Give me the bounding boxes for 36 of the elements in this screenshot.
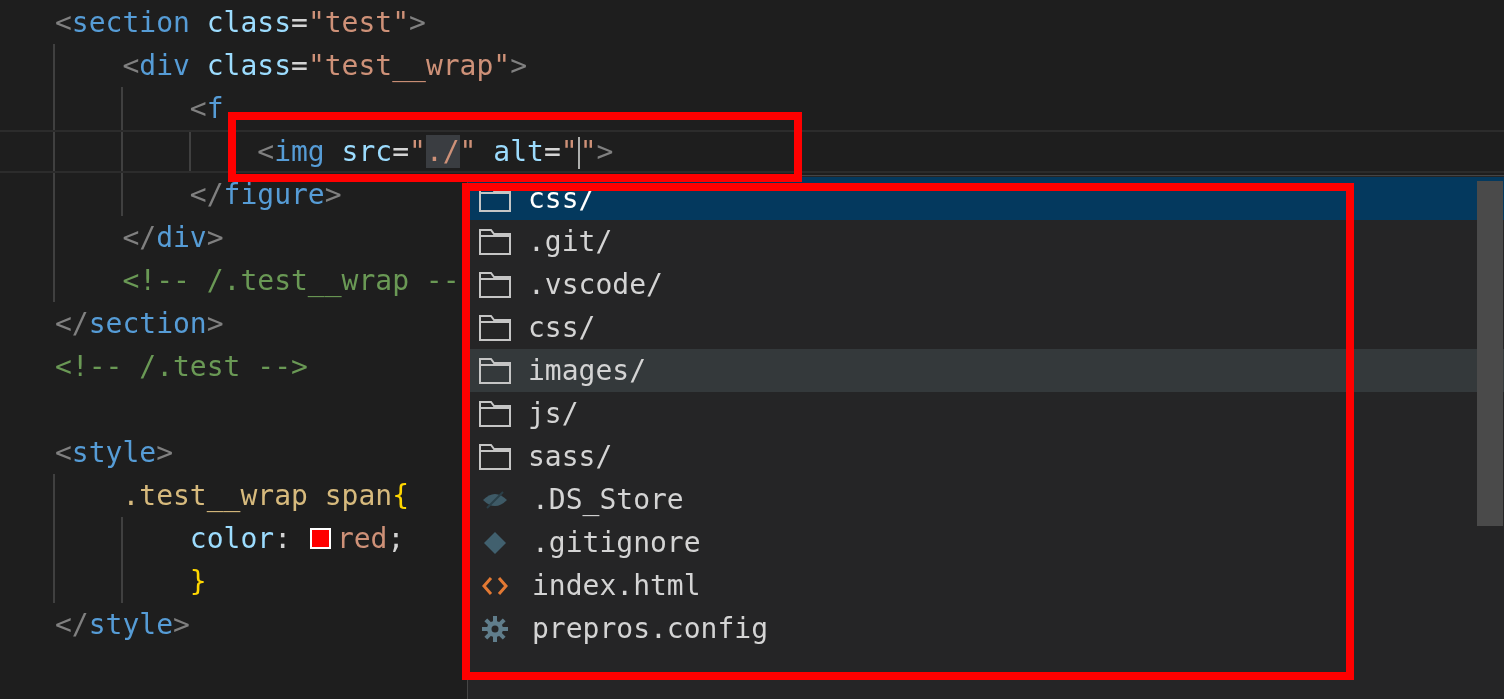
suggestion-item[interactable]: sass/ <box>478 439 613 474</box>
code-line: <!-- /.test --> <box>55 349 308 385</box>
code-line: </div> <box>121 220 224 256</box>
code-line: <f <box>188 91 224 127</box>
color-swatch-icon[interactable] <box>309 528 331 549</box>
code-brackets-icon <box>482 575 508 596</box>
suggestion-item[interactable]: .DS_Store <box>478 482 684 517</box>
folder-icon <box>478 356 512 385</box>
code-line: </section> <box>55 306 224 342</box>
code-line: color: <box>188 521 292 557</box>
code-line: <img src="./" alt=""> <box>256 134 614 171</box>
code-line: } <box>188 564 207 600</box>
suggestion-item[interactable]: .git/ <box>478 224 613 259</box>
diamond-icon <box>483 530 507 555</box>
code-line: <section class="test"> <box>55 5 426 41</box>
folder-icon <box>478 399 512 428</box>
scrollbar-thumb[interactable] <box>1477 181 1503 526</box>
suggestion-item[interactable]: js/ <box>478 396 579 431</box>
folder-icon <box>478 270 512 299</box>
suggestion-item[interactable]: .vscode/ <box>478 267 663 302</box>
code-line: </style> <box>55 607 190 643</box>
suggestion-item[interactable]: index.html <box>478 568 701 603</box>
suggestion-item[interactable]: .gitignore <box>478 525 701 560</box>
folder-icon <box>478 442 512 471</box>
folder-icon <box>478 313 512 342</box>
code-line: .test__wrap span{ <box>121 478 409 514</box>
code-line: </figure> <box>188 177 342 213</box>
code-line: red; <box>336 521 405 557</box>
folder-icon <box>478 227 512 256</box>
suggestion-item[interactable]: css/ <box>478 310 596 345</box>
code-line: <div class="test__wrap"> <box>121 48 528 84</box>
code-line: <!-- /.test__wrap -- <box>121 263 460 299</box>
code-line: <style> <box>55 435 173 471</box>
eye-slash-icon <box>482 489 508 510</box>
suggestion-item[interactable]: images/ <box>478 353 646 388</box>
suggestion-item[interactable]: prepros.config <box>478 611 768 646</box>
